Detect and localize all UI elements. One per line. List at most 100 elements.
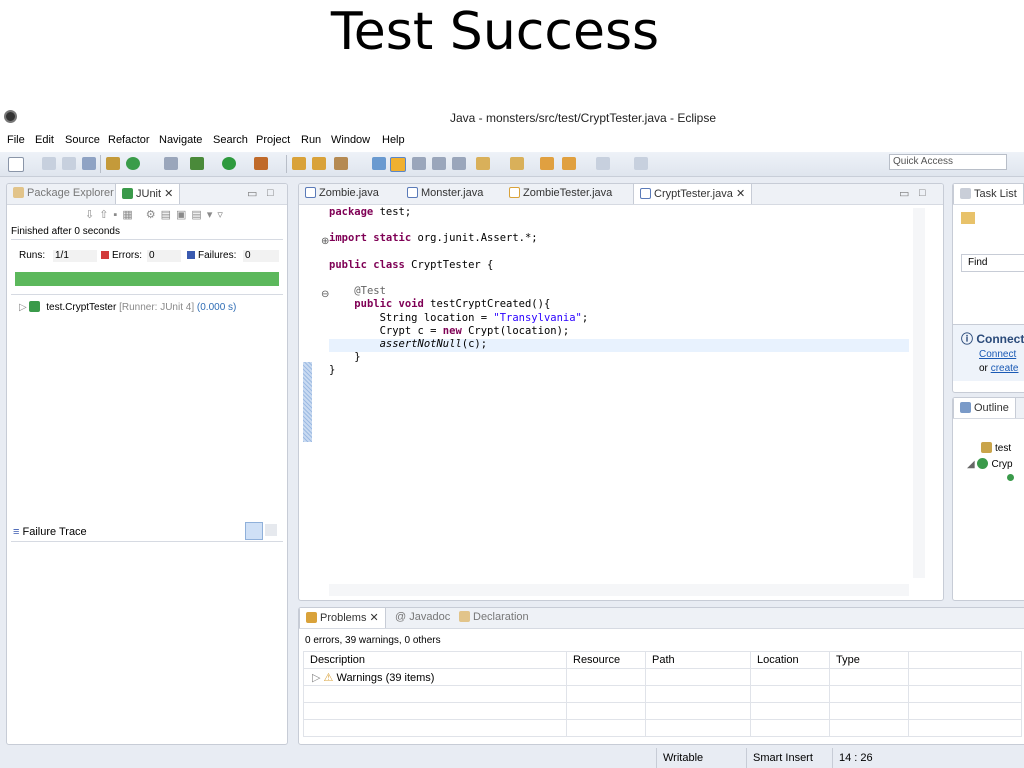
menu-search[interactable]: Search <box>213 134 248 146</box>
editor-tab-row: Zombie.java Monster.java ZombieTester.ja… <box>299 184 943 205</box>
javadoc-icon: @ <box>395 611 407 623</box>
connect-header: ⓘ Connect <box>961 332 1024 346</box>
junit-tab-row: Package Explorer JUnit ✕ ▭ □ <box>7 184 287 205</box>
close-icon[interactable]: ✕ <box>164 188 173 200</box>
create-link[interactable]: create <box>991 363 1019 374</box>
outline-item-package[interactable]: test <box>981 442 1011 454</box>
tab-declaration[interactable]: Declaration <box>459 611 529 623</box>
show-whitespace-icon[interactable] <box>452 157 466 170</box>
debug-run-icon[interactable] <box>190 157 204 170</box>
create-line: or create <box>979 363 1019 374</box>
close-icon[interactable]: ✕ <box>370 612 379 624</box>
block-select-icon[interactable] <box>432 157 446 170</box>
expand-icon[interactable]: ▷ <box>312 672 320 684</box>
menu-project[interactable]: Project <box>256 134 290 146</box>
menu-bar: File Edit Source Refactor Navigate Searc… <box>0 130 1024 153</box>
expand-icon[interactable]: ▷ <box>19 302 27 313</box>
prev-annotation-icon[interactable] <box>510 157 524 170</box>
problems-panel: Problems ✕ @ Javadoc Declaration 0 error… <box>298 607 1024 745</box>
failure-trace-header: ≡ Failure Trace <box>13 526 87 538</box>
external-tools-icon[interactable] <box>254 157 268 170</box>
window-title: Java - monsters/src/test/CryptTester.jav… <box>449 111 717 125</box>
error-icon <box>101 251 109 259</box>
search-tool-icon[interactable] <box>334 157 348 170</box>
annotation-icon[interactable] <box>372 157 386 170</box>
next-annotation-icon[interactable] <box>476 157 490 170</box>
debug-icon[interactable] <box>126 157 140 170</box>
menu-run[interactable]: Run <box>301 134 321 146</box>
menu-source[interactable]: Source <box>65 134 100 146</box>
runs-label: Runs: <box>19 250 46 261</box>
tab-task-list[interactable]: Task List <box>953 184 1024 204</box>
outline-panel: Outline test ◢ Cryp <box>952 397 1024 601</box>
junit-toolbar[interactable]: ⇩⇧▪▦ ⚙▤▣▤▾▿ <box>85 208 228 221</box>
back-icon[interactable] <box>540 157 554 170</box>
task-list-icon <box>960 188 971 199</box>
new-icon[interactable] <box>8 157 24 172</box>
run-icon[interactable] <box>222 157 236 170</box>
tab-zombie-java[interactable]: Zombie.java <box>305 187 379 199</box>
menu-edit[interactable]: Edit <box>35 134 54 146</box>
code-area[interactable]: package test; import static org.junit.As… <box>329 206 588 378</box>
col-location[interactable]: Location <box>750 651 830 669</box>
new-task-icon[interactable] <box>961 212 975 224</box>
menu-window[interactable]: Window <box>331 134 370 146</box>
build-icon[interactable] <box>106 157 120 170</box>
pin-editor-icon[interactable] <box>634 157 648 170</box>
java-file-icon <box>305 187 316 198</box>
task-list-panel: Task List Find ⓘ Connect Connect or crea… <box>952 183 1024 393</box>
errors-value: 0 <box>147 250 181 262</box>
vertical-scrollbar[interactable] <box>913 208 925 578</box>
filter-stack-icon[interactable] <box>245 522 263 540</box>
save-icon[interactable] <box>42 157 56 170</box>
tab-crypttester-java[interactable]: CryptTester.java ✕ <box>633 184 753 204</box>
menu-help[interactable]: Help <box>382 134 405 146</box>
save-all-icon[interactable] <box>62 157 76 170</box>
outline-tab-row: Outline <box>953 398 1024 419</box>
new-package-icon[interactable] <box>292 157 306 170</box>
close-icon[interactable]: ✕ <box>736 188 745 200</box>
find-input[interactable]: Find <box>961 254 1024 272</box>
menu-navigate[interactable]: Navigate <box>159 134 202 146</box>
word-wrap-icon[interactable] <box>412 157 426 170</box>
print-icon[interactable] <box>82 157 96 170</box>
skip-breakpoints-icon[interactable] <box>164 157 178 170</box>
menu-file[interactable]: File <box>7 134 25 146</box>
warnings-cell[interactable]: ▷ ⚠ Warnings (39 items) <box>303 668 567 686</box>
test-tree-item[interactable]: ▷ test.CryptTester [Runner: JUnit 4] (0.… <box>19 301 236 313</box>
eclipse-window: Java - monsters/src/test/CryptTester.jav… <box>0 105 1024 768</box>
col-resource[interactable]: Resource <box>566 651 646 669</box>
compare-icon[interactable] <box>265 524 277 536</box>
col-description[interactable]: Description <box>303 651 567 669</box>
minimize-icon[interactable]: ▭ <box>247 187 257 200</box>
tab-problems[interactable]: Problems ✕ <box>299 608 386 628</box>
forward-icon[interactable] <box>562 157 576 170</box>
tab-package-explorer[interactable]: Package Explorer <box>13 187 114 199</box>
menu-refactor[interactable]: Refactor <box>108 134 150 146</box>
failures-value: 0 <box>243 250 279 262</box>
last-edit-icon[interactable] <box>596 157 610 170</box>
main-toolbar <box>0 152 1024 177</box>
mark-occurrences-icon[interactable] <box>390 157 406 172</box>
quick-access-input[interactable]: Quick Access <box>889 154 1007 170</box>
tab-outline[interactable]: Outline <box>953 398 1016 418</box>
tab-junit[interactable]: JUnit ✕ <box>115 184 181 204</box>
class-icon <box>977 458 989 469</box>
table-row[interactable]: ▷ ⚠ Warnings (39 items) <box>303 668 1022 686</box>
open-type-icon[interactable] <box>312 157 326 170</box>
connect-link[interactable]: Connect <box>979 349 1016 360</box>
maximize-icon[interactable]: □ <box>919 187 926 199</box>
outline-item-class[interactable]: ◢ Cryp <box>967 458 1013 470</box>
status-cursor-position: 14 : 26 <box>832 748 909 768</box>
horizontal-scrollbar[interactable] <box>329 584 909 596</box>
outline-icon <box>960 402 971 413</box>
tab-javadoc[interactable]: @ Javadoc <box>395 611 450 623</box>
tab-monster-java[interactable]: Monster.java <box>407 187 483 199</box>
col-path[interactable]: Path <box>645 651 751 669</box>
junit-icon <box>122 188 133 199</box>
maximize-icon[interactable]: □ <box>267 187 274 199</box>
tab-zombietester-java[interactable]: ZombieTester.java <box>509 187 612 199</box>
method-icon[interactable] <box>1007 474 1014 481</box>
col-type[interactable]: Type <box>829 651 909 669</box>
minimize-icon[interactable]: ▭ <box>899 187 909 200</box>
